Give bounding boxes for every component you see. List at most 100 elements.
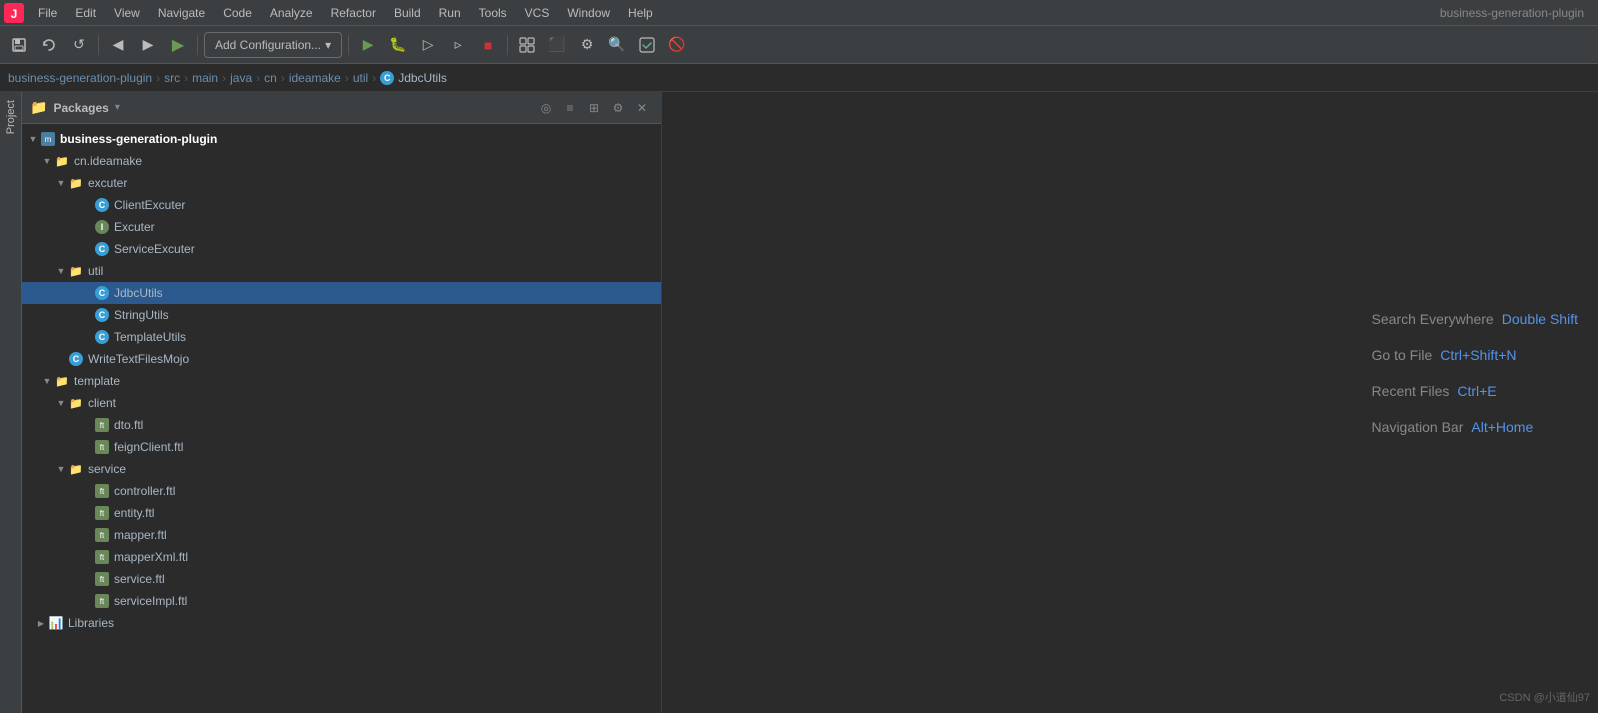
menu-window[interactable]: Window (559, 4, 618, 22)
service-impl-ftl-icon: ft (94, 593, 110, 609)
editor-area: Search Everywhere Double Shift Go to Fil… (662, 92, 1598, 713)
tree-client[interactable]: ▼ 📁 client (22, 392, 661, 414)
tree-service-folder[interactable]: ▼ 📁 service (22, 458, 661, 480)
cn-ideamake-arrow: ▼ (40, 154, 54, 168)
cn-ideamake-label: cn.ideamake (74, 154, 142, 168)
expand-all-button[interactable]: ⊞ (583, 97, 605, 119)
menu-file[interactable]: File (30, 4, 65, 22)
tree-string-utils[interactable]: C StringUtils (22, 304, 661, 326)
excuter-arrow: ▼ (54, 176, 68, 190)
client-excuter-arrow (80, 198, 94, 212)
breadcrumb-java[interactable]: java (230, 71, 252, 85)
tree-util[interactable]: ▼ 📁 util (22, 260, 661, 282)
debug-button[interactable]: 🐛 (385, 32, 411, 58)
tree-root[interactable]: ▼ m business-generation-plugin (22, 128, 661, 150)
menu-refactor[interactable]: Refactor (323, 4, 384, 22)
add-configuration-button[interactable]: Add Configuration... ▾ (204, 32, 342, 58)
libraries-arrow: ▶ (34, 616, 48, 630)
libraries-icon: 📊 (48, 615, 64, 631)
tree-excuter-class[interactable]: I Excuter (22, 216, 661, 238)
menu-help[interactable]: Help (620, 4, 661, 22)
tree-write-text-files[interactable]: C WriteTextFilesMojo (22, 348, 661, 370)
search-everywhere-button[interactable]: 🔍 (604, 32, 630, 58)
menu-edit[interactable]: Edit (67, 4, 104, 22)
tree-libraries[interactable]: ▶ 📊 Libraries (22, 612, 661, 634)
breadcrumb-util[interactable]: util (353, 71, 368, 85)
breadcrumb-src[interactable]: src (164, 71, 180, 85)
watermark: CSDN @小道仙97 (1499, 689, 1590, 705)
menu-view[interactable]: View (106, 4, 148, 22)
breadcrumb-ideamake[interactable]: ideamake (289, 71, 341, 85)
goto-file-key: Ctrl+Shift+N (1440, 347, 1516, 363)
mapper-ftl-label: mapper.ftl (114, 528, 167, 542)
refresh-button[interactable]: ↺ (66, 32, 92, 58)
tree-template-utils[interactable]: C TemplateUtils (22, 326, 661, 348)
tree-service-ftl[interactable]: ft service.ftl (22, 568, 661, 590)
stop-button[interactable]: ■ (475, 32, 501, 58)
menu-tools[interactable]: Tools (471, 4, 515, 22)
tree-template[interactable]: ▼ 📁 template (22, 370, 661, 392)
locate-file-button[interactable]: ◎ (535, 97, 557, 119)
mapper-xml-ftl-label: mapperXml.ftl (114, 550, 188, 564)
separator-4 (507, 35, 508, 55)
tree-mapper-ftl[interactable]: ft mapper.ftl (22, 524, 661, 546)
breadcrumb-cn[interactable]: cn (264, 71, 277, 85)
panel-settings-button[interactable]: ⚙ (607, 97, 629, 119)
menu-analyze[interactable]: Analyze (262, 4, 321, 22)
no-run-button[interactable]: 🚫 (664, 32, 690, 58)
play-button[interactable]: ▶ (355, 32, 381, 58)
tree-feign-client-ftl[interactable]: ft feignClient.ftl (22, 436, 661, 458)
menu-navigate[interactable]: Navigate (150, 4, 213, 22)
menu-run[interactable]: Run (431, 4, 469, 22)
breadcrumb-root[interactable]: business-generation-plugin (8, 71, 152, 85)
back-button[interactable]: ◀ (105, 32, 131, 58)
tree-mapper-xml-ftl[interactable]: ft mapperXml.ftl (22, 546, 661, 568)
util-arrow: ▼ (54, 264, 68, 278)
coverage-button[interactable] (634, 32, 660, 58)
menu-vcs[interactable]: VCS (517, 4, 558, 22)
settings-button[interactable]: ⚙ (574, 32, 600, 58)
profile-button[interactable]: ▹ (445, 32, 471, 58)
panel-close-button[interactable]: ✕ (631, 97, 653, 119)
client-excuter-label: ClientExcuter (114, 198, 185, 212)
string-utils-label: StringUtils (114, 308, 169, 322)
menu-code[interactable]: Code (215, 4, 260, 22)
save-all-button[interactable] (6, 32, 32, 58)
project-tab-label[interactable]: Project (3, 92, 19, 142)
breadcrumb: business-generation-plugin › src › main … (0, 64, 1598, 92)
template-arrow: ▼ (40, 374, 54, 388)
libraries-label: Libraries (68, 616, 114, 630)
tree-client-excuter[interactable]: C ClientExcuter (22, 194, 661, 216)
sync-button[interactable] (36, 32, 62, 58)
service-excuter-label: ServiceExcuter (114, 242, 195, 256)
forward-button[interactable]: ▶ (135, 32, 161, 58)
panel-title-arrow[interactable]: ▾ (115, 102, 120, 113)
recent-files-label: Recent Files (1372, 383, 1450, 399)
feign-client-ftl-icon: ft (94, 439, 110, 455)
controller-ftl-icon: ft (94, 483, 110, 499)
menu-build[interactable]: Build (386, 4, 429, 22)
tree-service-impl-ftl[interactable]: ft serviceImpl.ftl (22, 590, 661, 612)
file-tree: ▼ m business-generation-plugin ▼ 📁 cn.id… (22, 124, 661, 713)
entity-ftl-icon: ft (94, 505, 110, 521)
tree-dto-ftl[interactable]: ft dto.ftl (22, 414, 661, 436)
tree-jdbc-utils[interactable]: C JdbcUtils (22, 282, 661, 304)
controller-ftl-label: controller.ftl (114, 484, 175, 498)
goto-file-label: Go to File (1372, 347, 1433, 363)
tree-entity-ftl[interactable]: ft entity.ftl (22, 502, 661, 524)
svg-text:J: J (11, 7, 18, 21)
service-folder-label: service (88, 462, 126, 476)
tree-excuter[interactable]: ▼ 📁 excuter (22, 172, 661, 194)
side-tab: Project (0, 92, 22, 713)
breadcrumb-main[interactable]: main (192, 71, 218, 85)
class-icon: C (380, 71, 394, 85)
terminal-button[interactable]: ⬛ (544, 32, 570, 58)
run-recent-button[interactable]: ▶ (165, 32, 191, 58)
tree-service-excuter[interactable]: C ServiceExcuter (22, 238, 661, 260)
tree-controller-ftl[interactable]: ft controller.ftl (22, 480, 661, 502)
tree-cn-ideamake[interactable]: ▼ 📁 cn.ideamake (22, 150, 661, 172)
run-coverage-button[interactable]: ▷ (415, 32, 441, 58)
build-artifact-button[interactable] (514, 32, 540, 58)
collapse-all-button[interactable]: ≡ (559, 97, 581, 119)
string-utils-arrow (80, 308, 94, 322)
